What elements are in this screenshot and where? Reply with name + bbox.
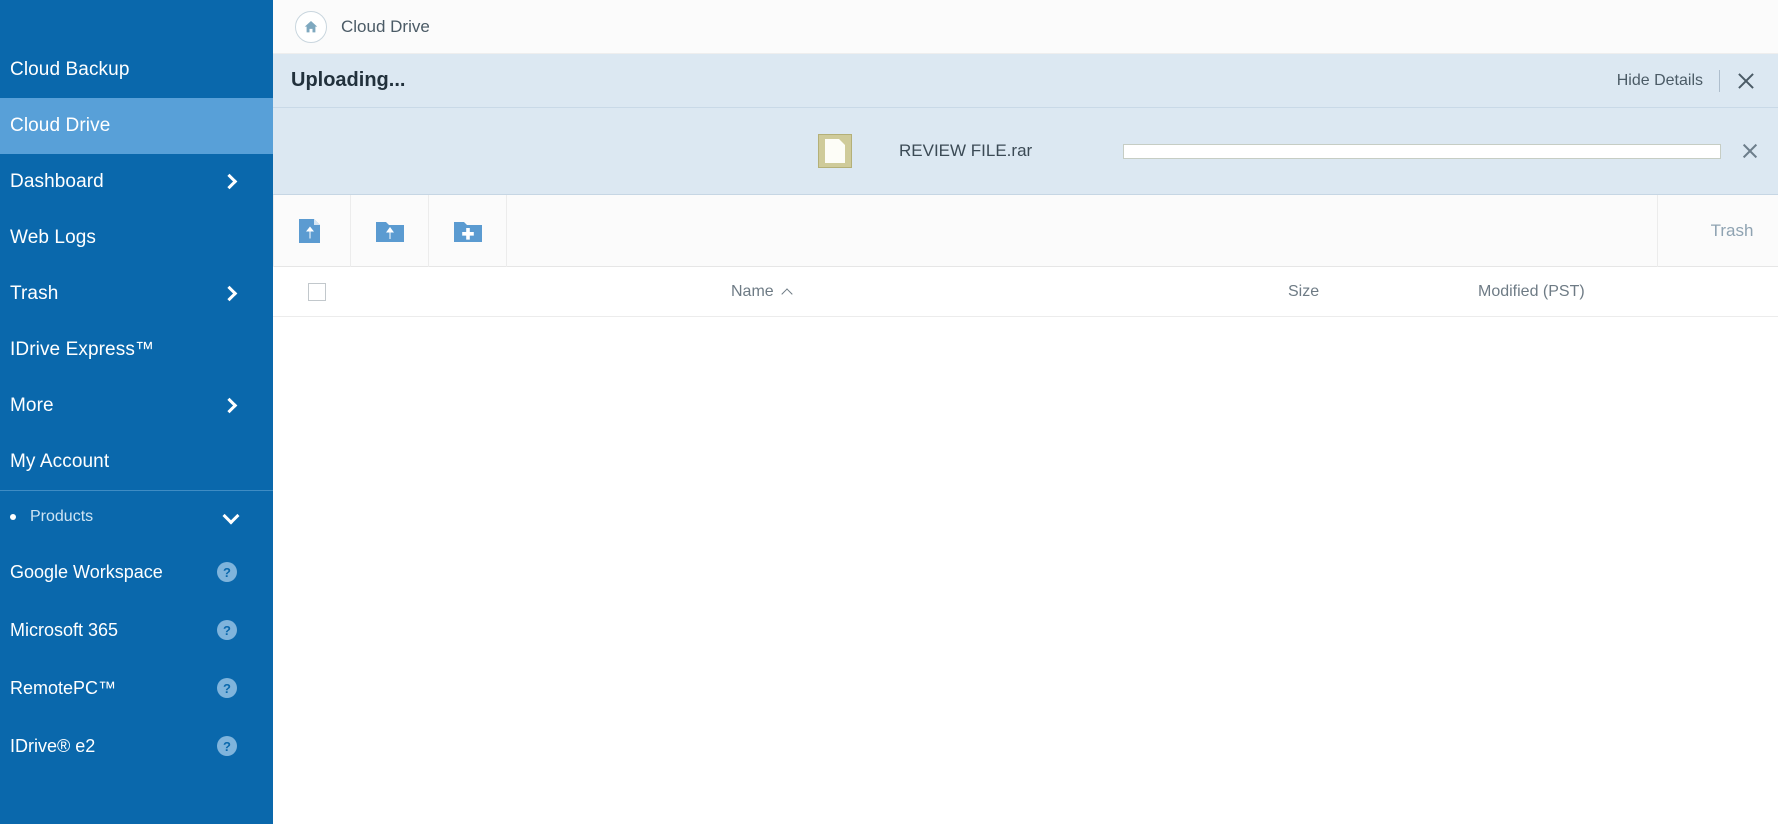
chevron-right-icon <box>223 175 237 189</box>
sidebar-item-trash[interactable]: Trash <box>0 266 273 322</box>
column-header-size[interactable]: Size <box>1288 283 1478 301</box>
upload-file-row: REVIEW FILE.rar <box>273 108 1778 194</box>
file-table-header: Name Size Modified (PST) <box>273 267 1778 317</box>
toolbar-trash-link[interactable]: Trash <box>1658 195 1778 267</box>
sidebar-item-microsoft-365[interactable]: Microsoft 365 ? <box>0 601 273 659</box>
upload-progress-bar <box>1123 143 1721 159</box>
sidebar-item-label: Google Workspace <box>10 561 163 582</box>
close-icon[interactable] <box>1736 71 1756 91</box>
sidebar-item-cloud-drive[interactable]: Cloud Drive <box>0 98 273 154</box>
main-content: Cloud Drive Uploading... Hide Details RE… <box>273 0 1778 824</box>
sidebar-item-label: RemotePC™ <box>10 677 117 698</box>
new-folder-icon <box>453 221 482 242</box>
upload-file-icon <box>299 218 320 243</box>
help-circle-icon[interactable]: ? <box>217 736 237 756</box>
file-icon <box>818 134 852 168</box>
sidebar-item-web-logs[interactable]: Web Logs <box>0 210 273 266</box>
sidebar-item-label: Cloud Backup <box>10 59 130 80</box>
sidebar-item-label: Dashboard <box>10 171 104 192</box>
cancel-upload-icon[interactable] <box>1741 142 1759 160</box>
sidebar-top-spacer <box>0 0 273 42</box>
sidebar-item-label: Cloud Drive <box>10 115 111 136</box>
help-circle-icon[interactable]: ? <box>217 620 237 640</box>
new-folder-button[interactable] <box>429 194 507 267</box>
upload-folder-button[interactable] <box>351 194 429 267</box>
chevron-right-icon <box>223 287 237 301</box>
sidebar-item-google-workspace[interactable]: Google Workspace ? <box>0 543 273 601</box>
sidebar-item-more[interactable]: More <box>0 378 273 434</box>
sidebar-item-label: Web Logs <box>10 227 97 248</box>
sort-ascending-icon <box>783 287 793 297</box>
sidebar-section-products[interactable]: Products <box>0 491 273 543</box>
bullet-dot-icon <box>10 514 16 520</box>
upload-panel-header: Uploading... Hide Details <box>273 54 1778 108</box>
chevron-right-icon <box>223 399 237 413</box>
breadcrumb-label[interactable]: Cloud Drive <box>341 17 430 37</box>
header-separator <box>1719 69 1720 92</box>
upload-panel: Uploading... Hide Details REVIEW FILE.ra… <box>273 54 1778 195</box>
file-toolbar: Trash <box>273 194 1778 267</box>
file-list-body <box>273 317 1778 797</box>
sidebar-item-label: My Account <box>10 451 110 472</box>
select-all-cell <box>273 282 361 301</box>
column-header-modified[interactable]: Modified (PST) <box>1478 283 1778 301</box>
column-header-name[interactable]: Name <box>361 283 1288 301</box>
sidebar-item-label: More <box>10 395 54 416</box>
sidebar-item-remotepc[interactable]: RemotePC™ ? <box>0 659 273 717</box>
upload-files-button[interactable] <box>273 194 351 267</box>
sidebar: Cloud Backup Cloud Drive Dashboard Web L… <box>0 0 273 824</box>
toolbar-spacer <box>507 194 1658 267</box>
chevron-down-icon <box>223 510 239 524</box>
sidebar-item-idrive-e2[interactable]: IDrive® e2 ? <box>0 717 273 775</box>
idrive-cloud-drive-app: Cloud Backup Cloud Drive Dashboard Web L… <box>0 0 1778 824</box>
sidebar-item-label: Microsoft 365 <box>10 619 119 640</box>
hide-details-button[interactable]: Hide Details <box>1617 72 1703 90</box>
upload-file-name: REVIEW FILE.rar <box>899 141 1033 160</box>
sidebar-section-label: Products <box>30 508 94 525</box>
sidebar-item-label: Trash <box>10 283 59 304</box>
sidebar-item-my-account[interactable]: My Account <box>0 434 273 490</box>
sidebar-item-dashboard[interactable]: Dashboard <box>0 154 273 210</box>
sidebar-item-cloud-backup[interactable]: Cloud Backup <box>0 42 273 98</box>
help-circle-icon[interactable]: ? <box>217 678 237 698</box>
checkbox-icon[interactable] <box>308 282 326 301</box>
column-header-name-label: Name <box>731 282 774 300</box>
help-circle-icon[interactable]: ? <box>217 562 237 582</box>
upload-status-title: Uploading... <box>291 69 406 91</box>
upload-folder-icon <box>375 221 404 242</box>
sidebar-item-label: IDrive Express™ <box>10 339 155 360</box>
breadcrumb: Cloud Drive <box>273 0 1778 54</box>
sidebar-item-idrive-express[interactable]: IDrive Express™ <box>0 322 273 378</box>
sidebar-item-label: IDrive® e2 <box>10 735 96 756</box>
home-icon[interactable] <box>295 10 327 43</box>
